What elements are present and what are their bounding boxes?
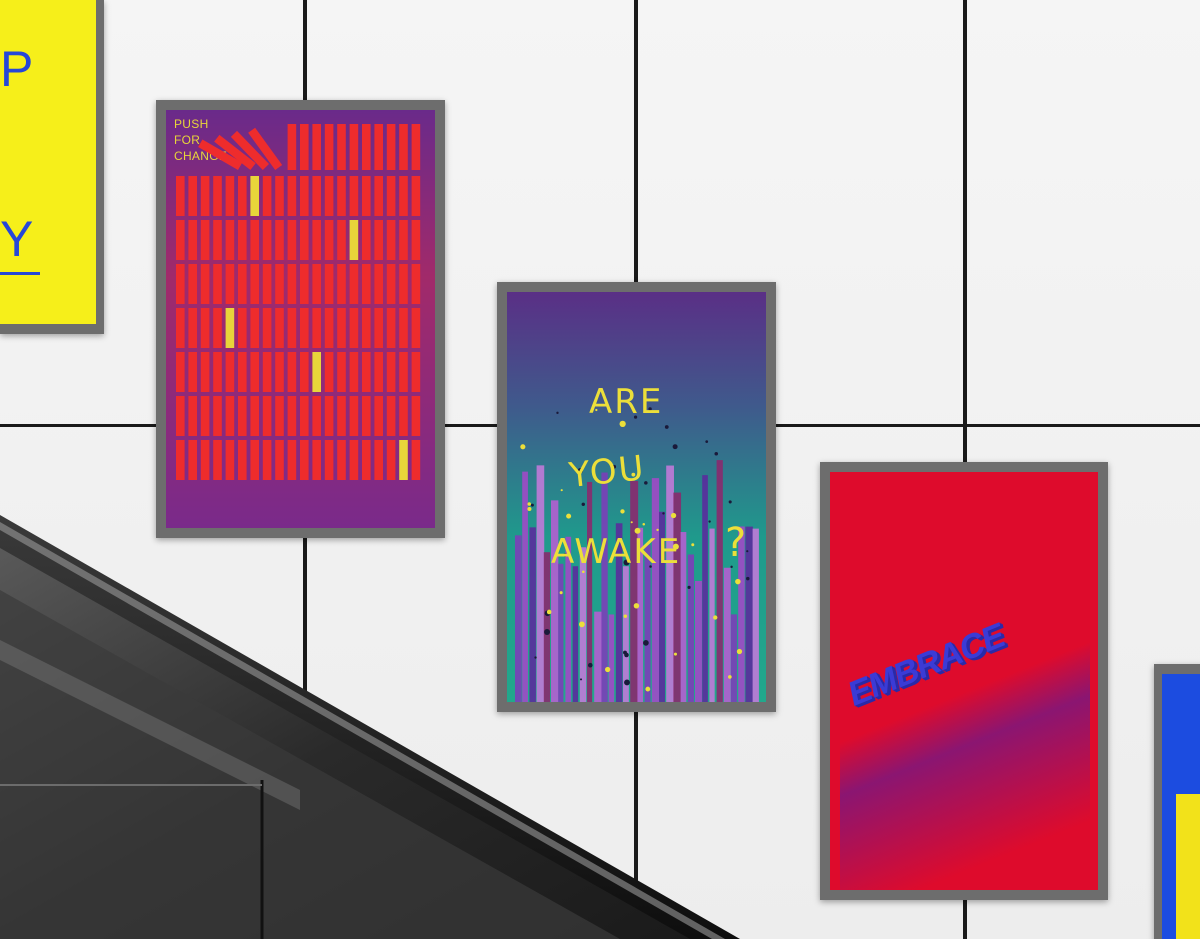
photo-scene: P Y PUSH FOR CHANGE ARE YOU AWAKE ? EMBR… — [0, 0, 1200, 939]
escalator — [0, 515, 740, 939]
